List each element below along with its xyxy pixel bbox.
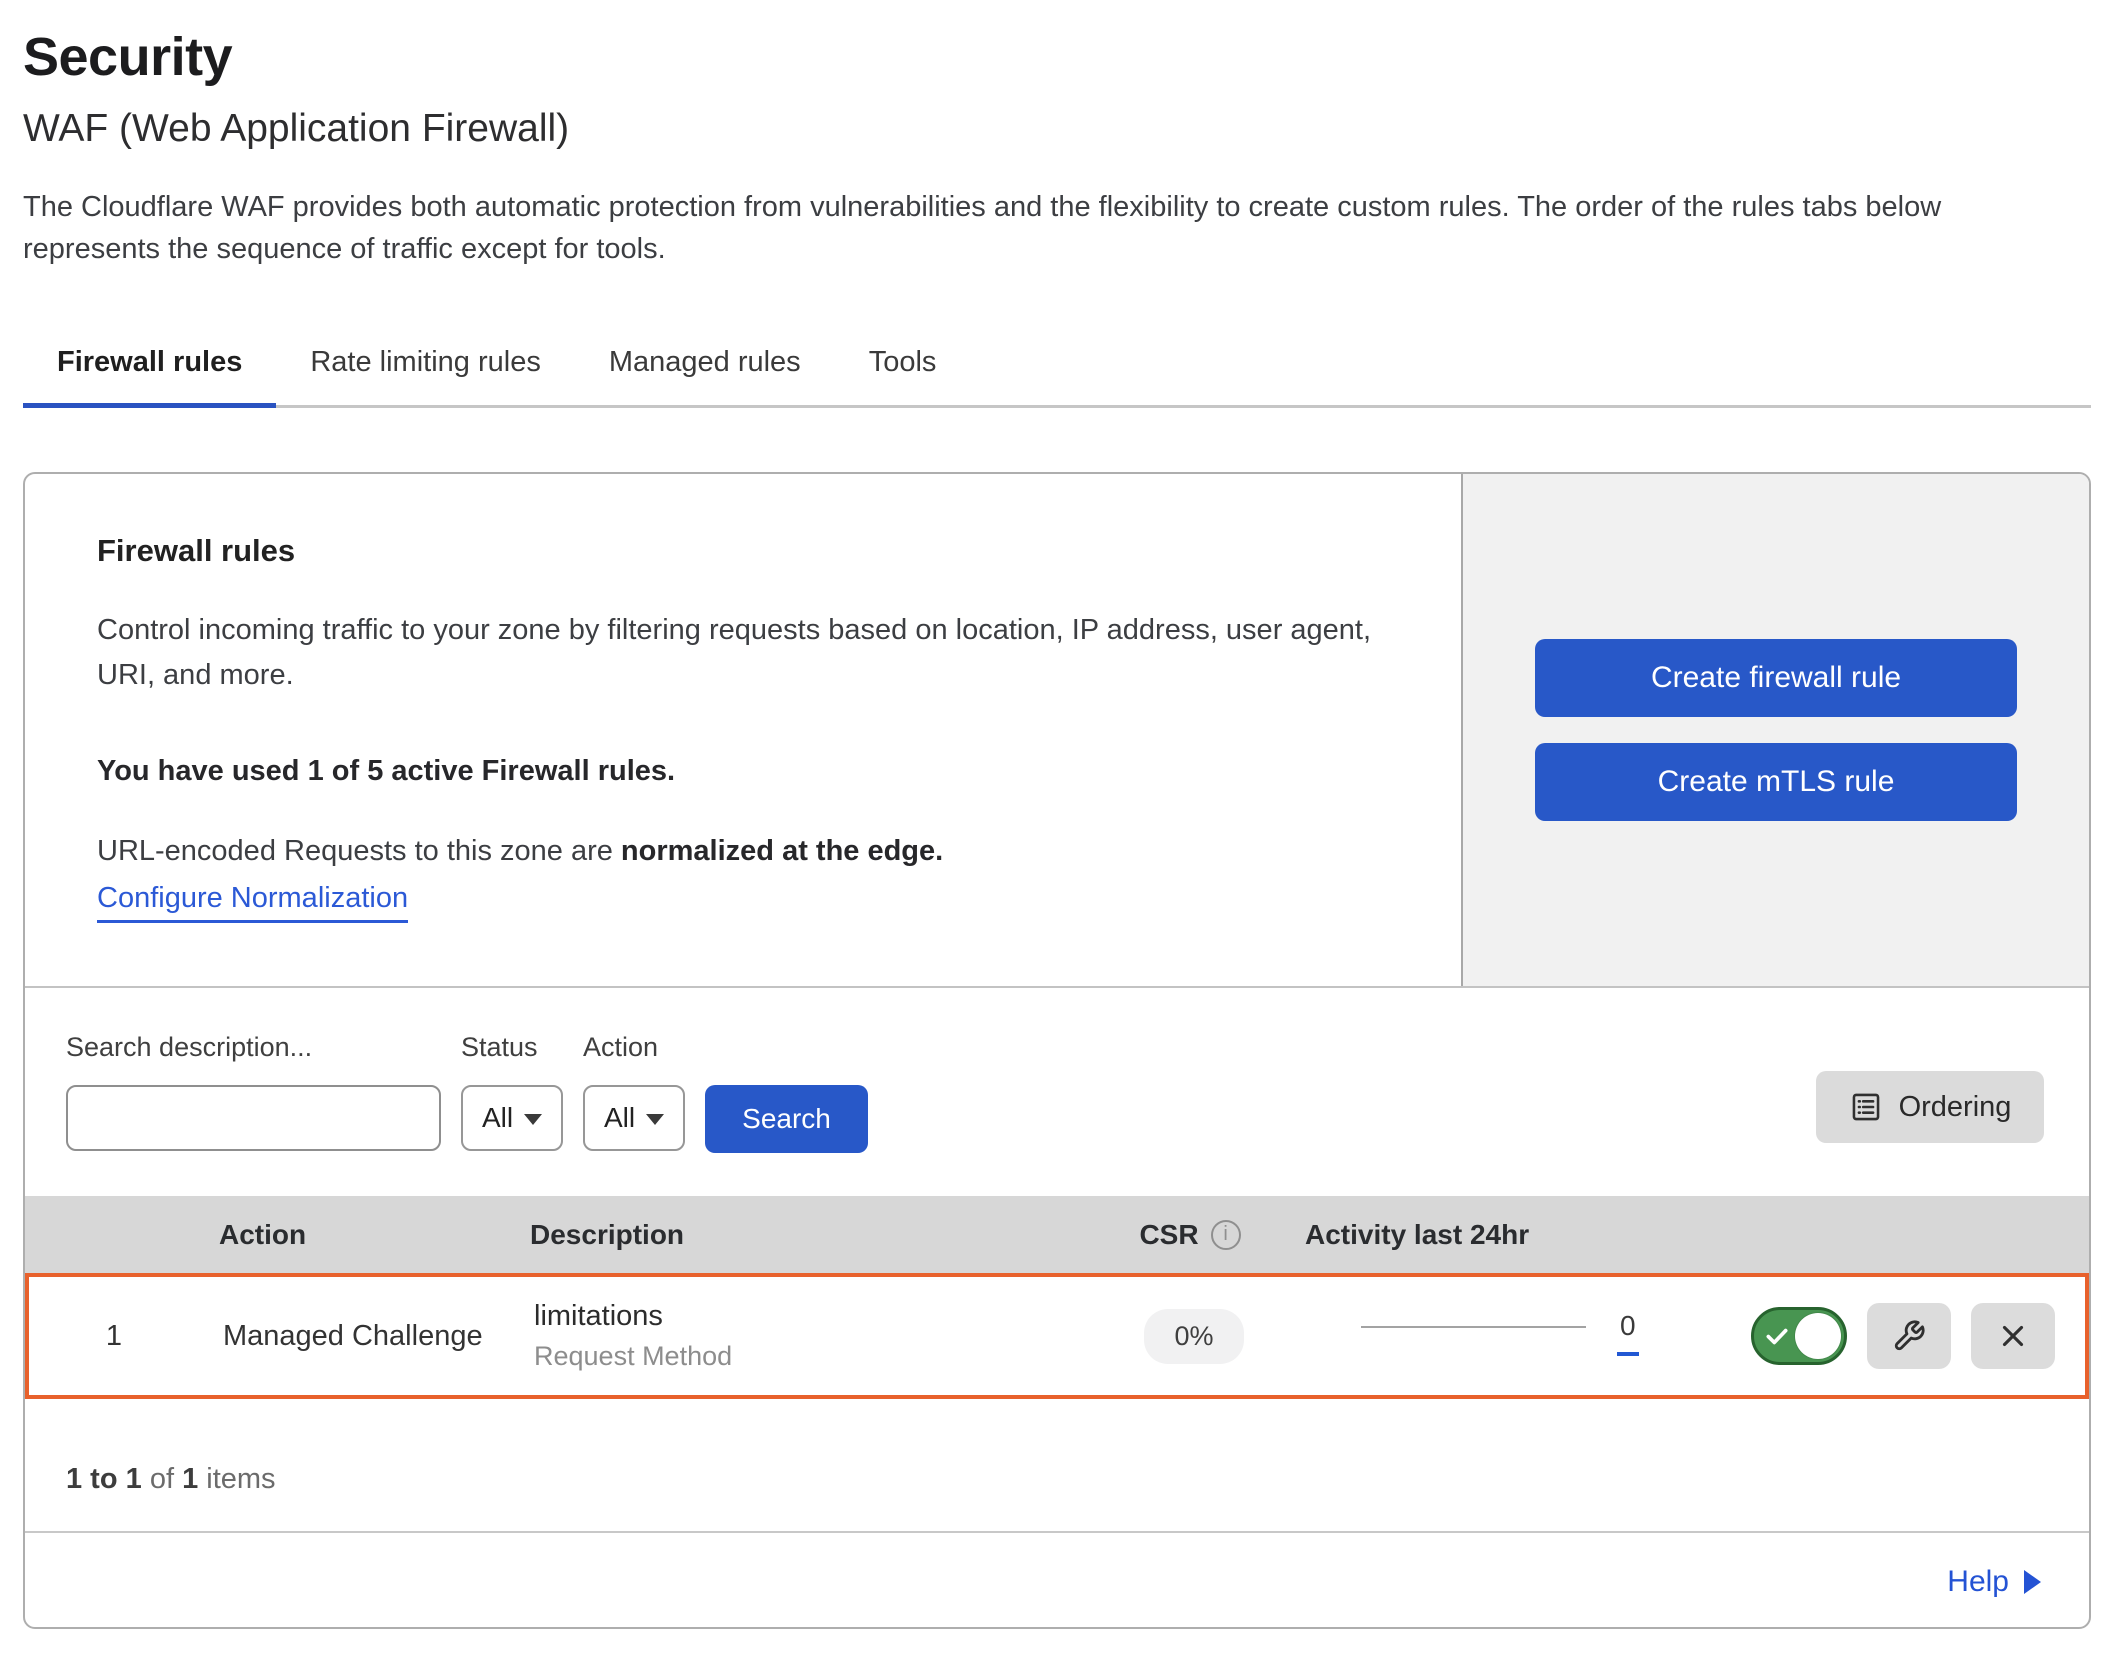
status-dropdown-value: All (482, 1102, 513, 1134)
pagination-items: items (206, 1463, 275, 1495)
search-input-box[interactable] (66, 1085, 441, 1151)
column-description-header: Description (515, 1219, 1075, 1251)
search-input[interactable] (96, 1087, 450, 1149)
card-footer: Help (25, 1531, 2089, 1629)
tab-managed-rules[interactable]: Managed rules (575, 330, 835, 405)
activity-count-link[interactable]: 0 (1620, 1312, 1636, 1340)
arrow-right-icon (2024, 1570, 2041, 1594)
configure-normalization-link[interactable]: Configure Normalization (97, 882, 408, 923)
card-top-section: Firewall rules Control incoming traffic … (25, 474, 2089, 988)
normalization-text-prefix: URL-encoded Requests to this zone are (97, 835, 613, 867)
delete-rule-button[interactable] (1971, 1303, 2055, 1369)
normalization-text-bold: normalized at the edge. (621, 835, 943, 867)
rule-description-cell: limitations Request Method (519, 1300, 1079, 1372)
status-dropdown[interactable]: All (461, 1085, 563, 1151)
rule-description: limitations (534, 1300, 1079, 1333)
tab-rate-limiting-rules[interactable]: Rate limiting rules (276, 330, 574, 405)
rule-controls-cell (1659, 1303, 2085, 1369)
intro-body: Control incoming traffic to your zone by… (97, 608, 1421, 698)
security-waf-page: Security WAF (Web Application Firewall) … (0, 26, 2114, 1629)
edit-rule-button[interactable] (1867, 1303, 1951, 1369)
help-link[interactable]: Help (1947, 1565, 2041, 1599)
column-action-header: Action (195, 1219, 515, 1251)
rule-enabled-toggle[interactable] (1751, 1307, 1847, 1365)
action-dropdown-value: All (604, 1102, 635, 1134)
chevron-down-icon (646, 1114, 664, 1125)
ordering-button-label: Ordering (1899, 1091, 2012, 1124)
column-csr-header: CSR i (1139, 1219, 1240, 1251)
normalization-text: URL-encoded Requests to this zone are no… (97, 834, 1421, 868)
activity-sparkline (1361, 1326, 1586, 1328)
page-subtitle: WAF (Web Application Firewall) (23, 106, 2091, 152)
rules-table-header: Action Description CSR i Activity last 2… (25, 1196, 2089, 1273)
intro-heading: Firewall rules (97, 532, 1421, 570)
create-firewall-rule-button[interactable]: Create firewall rule (1535, 639, 2017, 717)
filter-bar: Search description... Status All Action (25, 988, 2089, 1196)
create-mtls-rule-button[interactable]: Create mTLS rule (1535, 743, 2017, 821)
tab-tools[interactable]: Tools (835, 330, 971, 405)
pagination-of: of (150, 1463, 174, 1495)
page-title: Security (23, 26, 2091, 88)
ordered-list-icon (1849, 1090, 1883, 1124)
rule-action: Managed Challenge (199, 1320, 519, 1353)
rules-usage-text: You have used 1 of 5 active Firewall rul… (97, 754, 1421, 788)
rule-priority: 1 (29, 1320, 199, 1353)
info-icon[interactable]: i (1211, 1220, 1241, 1250)
pagination-range: 1 to 1 (66, 1463, 142, 1495)
search-description-label: Search description... (66, 1032, 441, 1063)
create-rule-panel: Create firewall rule Create mTLS rule (1461, 474, 2089, 986)
status-label: Status (461, 1032, 563, 1063)
table-row-highlighted: 1 Managed Challenge limitations Request … (25, 1273, 2089, 1399)
csr-badge: 0% (1144, 1309, 1243, 1364)
column-activity-header: Activity last 24hr (1305, 1219, 1655, 1251)
wrench-icon (1892, 1319, 1926, 1353)
pagination-total: 1 (182, 1463, 198, 1495)
check-icon (1764, 1323, 1790, 1349)
close-icon (1996, 1319, 2030, 1353)
status-filter-group: Status All (461, 1032, 563, 1151)
search-button[interactable]: Search (705, 1085, 868, 1153)
search-filter-group: Search description... (66, 1032, 441, 1151)
search-button-group: Search (705, 1032, 868, 1153)
pagination-status: 1 to 1 of 1 items (25, 1399, 2089, 1531)
rule-csr-cell: 0% (1144, 1309, 1243, 1364)
page-description: The Cloudflare WAF provides both automat… (23, 186, 2083, 270)
rules-tab-bar: Firewall rules Rate limiting rules Manag… (23, 330, 2091, 408)
action-dropdown[interactable]: All (583, 1085, 685, 1151)
csr-header-label: CSR (1139, 1219, 1198, 1251)
rule-activity-cell: 0 (1309, 1312, 1659, 1360)
firewall-rules-intro: Firewall rules Control incoming traffic … (25, 474, 1461, 986)
ordering-button[interactable]: Ordering (1816, 1071, 2044, 1143)
chevron-down-icon (524, 1114, 542, 1125)
action-filter-group: Action All (583, 1032, 685, 1151)
toggle-knob (1795, 1313, 1841, 1359)
rule-description-sub: Request Method (534, 1341, 1079, 1372)
tab-firewall-rules[interactable]: Firewall rules (23, 330, 276, 405)
action-label: Action (583, 1032, 685, 1063)
firewall-rules-card: Firewall rules Control incoming traffic … (23, 472, 2091, 1629)
help-link-label: Help (1947, 1565, 2009, 1599)
